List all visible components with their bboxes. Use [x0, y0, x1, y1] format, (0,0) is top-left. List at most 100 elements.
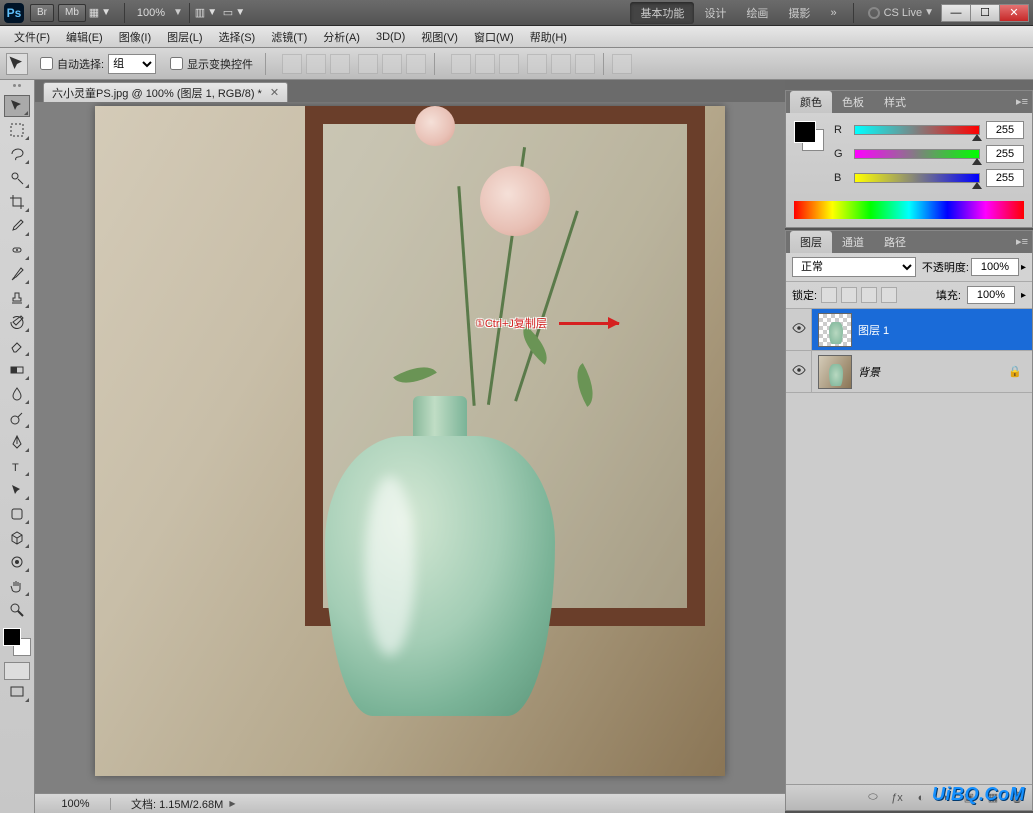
quick-mask-toggle[interactable]	[4, 662, 30, 680]
layer-thumbnail[interactable]	[818, 355, 852, 389]
tab-color[interactable]: 颜色	[790, 91, 832, 113]
status-zoom[interactable]: 100%	[41, 798, 111, 810]
layer-mask-icon[interactable]: ◐	[912, 789, 930, 807]
arrange-documents-dropdown[interactable]: ▥▼	[196, 4, 216, 22]
menu-help[interactable]: 帮助(H)	[522, 27, 575, 47]
bridge-button[interactable]: Br	[30, 4, 54, 22]
align-vcenter-icon[interactable]	[306, 54, 326, 74]
status-arrow-icon[interactable]: ▶	[229, 799, 235, 808]
menu-image[interactable]: 图像(I)	[111, 27, 159, 47]
stamp-tool[interactable]	[4, 287, 30, 309]
align-top-icon[interactable]	[282, 54, 302, 74]
gradient-tool[interactable]	[4, 359, 30, 381]
fill-input[interactable]	[967, 286, 1015, 304]
workspace-painting[interactable]: 绘画	[736, 2, 778, 24]
dist-top-icon[interactable]	[451, 54, 471, 74]
quick-select-tool[interactable]	[4, 167, 30, 189]
value-g[interactable]	[986, 145, 1024, 163]
foreground-swatch[interactable]	[3, 628, 21, 646]
link-layers-icon[interactable]: ⬭	[864, 789, 882, 807]
eraser-tool[interactable]	[4, 335, 30, 357]
screen-mode-dropdown[interactable]: ▦▼	[90, 4, 110, 22]
auto-align-icon[interactable]	[612, 54, 632, 74]
3d-tool[interactable]	[4, 527, 30, 549]
canvas-viewport[interactable]	[35, 102, 785, 793]
panel-fg-swatch[interactable]	[794, 121, 816, 143]
extras-dropdown[interactable]: ▭▼	[224, 4, 244, 22]
value-b[interactable]	[986, 169, 1024, 187]
tab-swatches[interactable]: 色板	[832, 91, 874, 113]
tab-layers[interactable]: 图层	[790, 231, 832, 253]
lock-position-icon[interactable]	[861, 287, 877, 303]
value-r[interactable]	[986, 121, 1024, 139]
layer-name[interactable]: 图层 1	[858, 322, 1032, 338]
slider-r[interactable]	[854, 125, 980, 135]
window-close-button[interactable]: ✕	[999, 4, 1029, 22]
auto-select-type[interactable]: 组	[108, 54, 156, 74]
dist-bottom-icon[interactable]	[499, 54, 519, 74]
eyedropper-tool[interactable]	[4, 215, 30, 237]
screen-mode-tool[interactable]	[4, 681, 30, 703]
slider-g[interactable]	[854, 149, 980, 159]
dodge-tool[interactable]	[4, 407, 30, 429]
workspace-photography[interactable]: 摄影	[778, 2, 820, 24]
dist-hcenter-icon[interactable]	[551, 54, 571, 74]
menu-view[interactable]: 视图(V)	[413, 27, 466, 47]
brush-tool[interactable]	[4, 263, 30, 285]
workspace-more[interactable]: »	[820, 4, 846, 22]
zoom-level[interactable]: 100%	[137, 7, 165, 19]
status-doc-size[interactable]: 文档: 1.15M/2.68M	[131, 796, 223, 812]
layer-fx-icon[interactable]: ƒx	[888, 789, 906, 807]
layer-list[interactable]: 图层 1 背景 🔒	[786, 309, 1032, 784]
window-maximize-button[interactable]: ☐	[970, 4, 1000, 22]
dist-left-icon[interactable]	[527, 54, 547, 74]
color-swatches[interactable]	[3, 628, 31, 656]
path-select-tool[interactable]	[4, 479, 30, 501]
align-bottom-icon[interactable]	[330, 54, 350, 74]
menu-analysis[interactable]: 分析(A)	[315, 27, 368, 47]
tab-styles[interactable]: 样式	[874, 91, 916, 113]
current-tool-icon[interactable]	[6, 53, 28, 75]
show-transform-checkbox[interactable]	[170, 57, 183, 70]
opacity-input[interactable]	[971, 258, 1019, 276]
document-tab[interactable]: 六小灵童PS.jpg @ 100% (图层 1, RGB/8) * ✕	[43, 82, 288, 102]
tab-paths[interactable]: 路径	[874, 231, 916, 253]
hand-tool[interactable]	[4, 575, 30, 597]
tab-channels[interactable]: 通道	[832, 231, 874, 253]
workspace-design[interactable]: 设计	[694, 2, 736, 24]
menu-3d[interactable]: 3D(D)	[368, 29, 413, 45]
window-minimize-button[interactable]: —	[941, 4, 971, 22]
panel-menu-icon[interactable]: ▸≡	[1016, 235, 1028, 248]
lock-transparency-icon[interactable]	[821, 287, 837, 303]
dist-right-icon[interactable]	[575, 54, 595, 74]
canvas[interactable]	[95, 106, 725, 776]
layer-row[interactable]: 图层 1	[786, 309, 1032, 351]
healing-tool[interactable]	[4, 239, 30, 261]
toolbox-grip[interactable]	[3, 84, 31, 92]
auto-select-checkbox[interactable]	[40, 57, 53, 70]
pen-tool[interactable]	[4, 431, 30, 453]
menu-window[interactable]: 窗口(W)	[466, 27, 522, 47]
close-tab-icon[interactable]: ✕	[270, 86, 279, 99]
panel-dock-grip[interactable]	[785, 80, 1033, 90]
crop-tool[interactable]	[4, 191, 30, 213]
type-tool[interactable]: T	[4, 455, 30, 477]
blend-mode-select[interactable]: 正常	[792, 257, 916, 277]
marquee-tool[interactable]	[4, 119, 30, 141]
dist-vcenter-icon[interactable]	[475, 54, 495, 74]
color-spectrum[interactable]	[794, 201, 1024, 219]
menu-file[interactable]: 文件(F)	[6, 27, 58, 47]
lock-pixels-icon[interactable]	[841, 287, 857, 303]
move-tool[interactable]	[4, 95, 30, 117]
panel-color-swatches[interactable]	[794, 121, 824, 151]
history-brush-tool[interactable]	[4, 311, 30, 333]
layer-name[interactable]: 背景	[858, 364, 1008, 380]
lock-all-icon[interactable]	[881, 287, 897, 303]
lasso-tool[interactable]	[4, 143, 30, 165]
minibridge-button[interactable]: Mb	[58, 4, 86, 22]
cslive-button[interactable]: CS Live▼	[868, 7, 934, 19]
zoom-tool[interactable]	[4, 599, 30, 621]
align-left-icon[interactable]	[358, 54, 378, 74]
menu-filter[interactable]: 滤镜(T)	[263, 27, 315, 47]
shape-tool[interactable]	[4, 503, 30, 525]
